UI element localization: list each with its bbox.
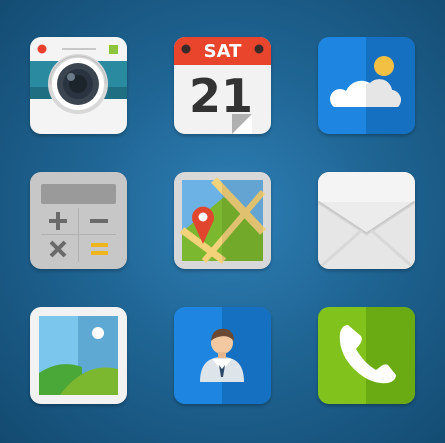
mail-icon [318,172,415,269]
camera-icon [30,37,127,134]
contacts-icon [174,307,271,404]
gallery-icon [30,307,127,404]
camera-app-icon[interactable] [30,37,127,134]
contacts-app-icon[interactable] [174,307,271,404]
mail-app-icon[interactable] [318,172,415,269]
maps-app-icon[interactable] [174,172,271,269]
phone-icon [318,307,415,404]
weather-icon [318,37,415,134]
phone-app-icon[interactable] [318,307,415,404]
weather-app-icon[interactable] [318,37,415,134]
calculator-icon [30,172,127,269]
calendar-app-icon[interactable]: SAT 21 [174,37,271,134]
maps-icon [174,172,271,269]
calendar-day-label: SAT [204,41,242,62]
calculator-app-icon[interactable] [30,172,127,269]
gallery-app-icon[interactable] [30,307,127,404]
calendar-icon: SAT 21 [174,37,271,134]
